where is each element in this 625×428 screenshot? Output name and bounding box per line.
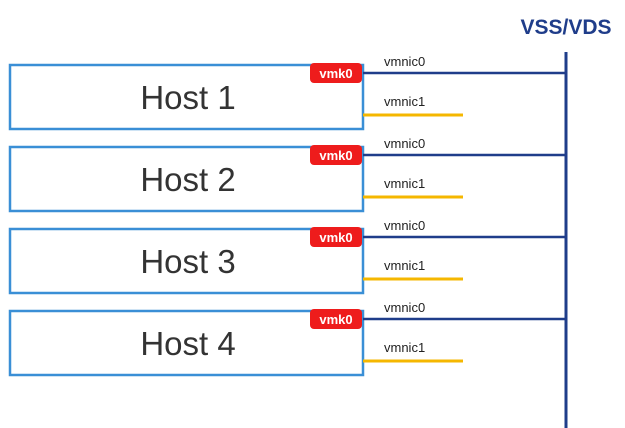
host-row: Host 4 vmk0 vmnic0 vmnic1: [8, 300, 566, 377]
host-label: Host 1: [140, 79, 235, 116]
host-row: Host 3 vmk0 vmnic0 vmnic1: [8, 218, 566, 295]
vmnic0-label: vmnic0: [384, 54, 425, 69]
vmnic1-label: vmnic1: [384, 94, 425, 109]
host-label: Host 3: [140, 243, 235, 280]
vmk-label: vmk0: [319, 66, 352, 81]
vmnic1-label: vmnic1: [384, 258, 425, 273]
host-row: Host 1 vmk0 vmnic0 vmnic1: [8, 54, 566, 131]
hosts-group: Host 1 vmk0 vmnic0 vmnic1 Host 2 vmk0 vmnic0 vm…: [8, 54, 566, 377]
vmk-label: vmk0: [319, 230, 352, 245]
vmnic1-label: vmnic1: [384, 340, 425, 355]
vmnic1-label: vmnic1: [384, 176, 425, 191]
network-diagram: VSS/VDS Host 1 vmk0 vmnic0 vmnic1 Host 2 vmk0…: [8, 16, 612, 428]
vmnic0-label: vmnic0: [384, 300, 425, 315]
vmk-label: vmk0: [319, 312, 352, 327]
host-label: Host 2: [140, 161, 235, 198]
vmnic0-label: vmnic0: [384, 136, 425, 151]
host-label: Host 4: [140, 325, 235, 362]
switch-title: VSS/VDS: [520, 16, 611, 39]
vmnic0-label: vmnic0: [384, 218, 425, 233]
host-row: Host 2 vmk0 vmnic0 vmnic1: [8, 136, 566, 213]
vmk-label: vmk0: [319, 148, 352, 163]
